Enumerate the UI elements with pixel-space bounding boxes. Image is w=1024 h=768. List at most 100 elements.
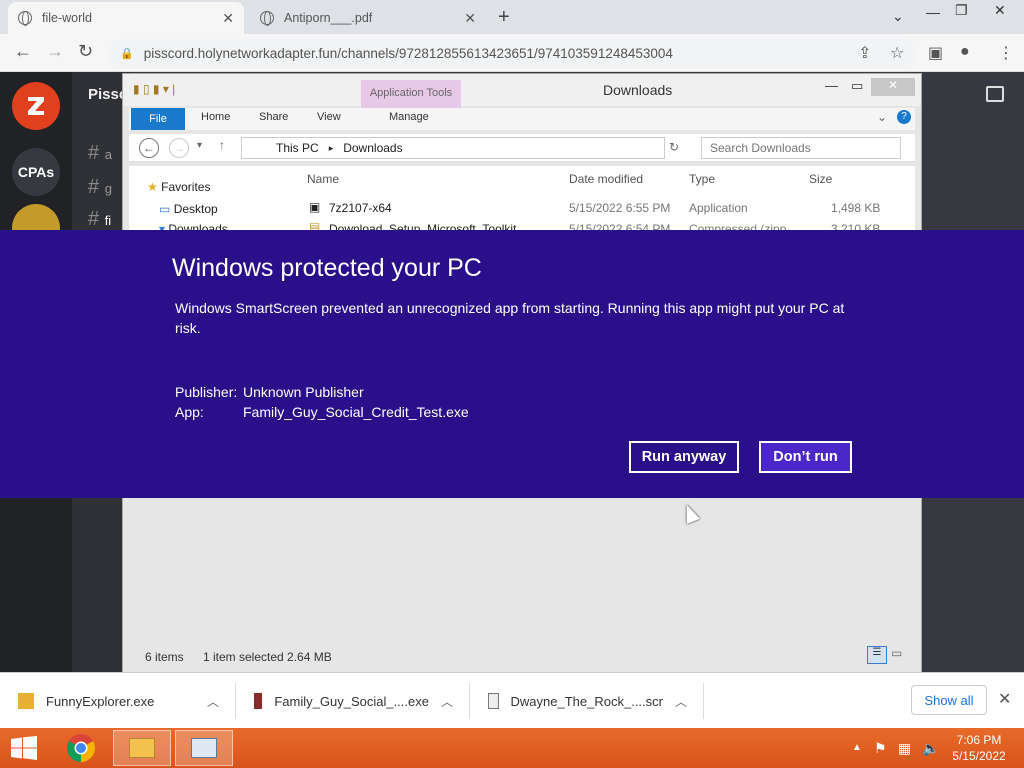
help-icon[interactable]: ? bbox=[897, 110, 911, 124]
selection-info: 1 item selected 2.64 MB bbox=[203, 650, 332, 664]
breadcrumb-this-pc[interactable]: This PC bbox=[276, 141, 319, 155]
windows-taskbar: ▲ ⚑ ▦ 🔈 7:06 PM 5/15/2022 bbox=[0, 728, 1024, 768]
back-button[interactable]: ← bbox=[139, 138, 159, 158]
minimize-button[interactable]: — bbox=[926, 4, 940, 20]
taskbar-chrome[interactable] bbox=[52, 730, 110, 766]
profile-avatar-icon[interactable]: ● bbox=[960, 43, 970, 61]
column-header-size[interactable]: Size bbox=[809, 172, 832, 186]
tab-close-icon[interactable]: ✕ bbox=[222, 10, 234, 27]
download-item[interactable]: Family_Guy_Social_....exe ︿ bbox=[236, 683, 470, 719]
forward-button[interactable]: → bbox=[169, 138, 189, 158]
browser-tab-strip: file-world ✕ Antiporn___.pdf ✕ + ⌄ — ❐ ✕ bbox=[0, 0, 1024, 34]
screensaver-file-icon bbox=[488, 693, 499, 709]
download-item[interactable]: Dwayne_The_Rock_....scr ︿ bbox=[470, 683, 704, 719]
desktop-icon: ▭ bbox=[159, 202, 171, 216]
side-panel-icon[interactable]: ▣ bbox=[928, 43, 943, 63]
forward-button[interactable]: → bbox=[46, 41, 64, 62]
breadcrumb-downloads[interactable]: Downloads bbox=[343, 141, 402, 155]
address-bar[interactable]: 🔒 pisscord.holynetworkadapter.fun/channe… bbox=[108, 39, 916, 67]
maximize-button[interactable]: ▭ bbox=[851, 78, 863, 94]
guild-icon-cpas[interactable]: CPAs bbox=[12, 148, 60, 196]
channel-item[interactable]: # fi bbox=[88, 208, 111, 231]
folder-file-icon bbox=[18, 693, 34, 709]
ribbon-tab-manage[interactable]: Manage bbox=[389, 111, 429, 123]
ribbon-tab-home[interactable]: Home bbox=[201, 111, 230, 123]
taskbar-file-explorer[interactable] bbox=[113, 730, 171, 766]
system-clock[interactable]: 7:06 PM 5/15/2022 bbox=[944, 732, 1014, 764]
bookmark-star-icon[interactable]: ☆ bbox=[890, 43, 904, 63]
tab-search-icon[interactable]: ⌄ bbox=[892, 8, 904, 25]
explorer-address-row: ← → ▾ ↑ This PC ▸ Downloads ↻ Search Dow… bbox=[129, 134, 915, 162]
channel-item[interactable]: # g bbox=[88, 176, 112, 199]
app-label: App: bbox=[175, 404, 204, 420]
smartscreen-dialog: Windows protected your PC Windows SmartS… bbox=[0, 230, 1024, 498]
ribbon-tab-file[interactable]: File bbox=[131, 108, 185, 130]
tab-close-icon[interactable]: ✕ bbox=[464, 10, 476, 27]
nav-desktop[interactable]: ▭ Desktop bbox=[159, 202, 218, 216]
tab-antiporn-pdf[interactable]: Antiporn___.pdf ✕ bbox=[250, 2, 486, 34]
download-filename: FunnyExplorer.exe bbox=[46, 693, 155, 709]
nav-favorites[interactable]: ★ Favorites bbox=[147, 180, 210, 194]
explorer-titlebar: ▮ ▯ ▮ ▾ | Application Tools Downloads — … bbox=[123, 74, 921, 108]
quick-access-toolbar: ▮ ▯ ▮ ▾ | bbox=[133, 82, 176, 96]
close-button[interactable]: ✕ bbox=[994, 2, 1006, 19]
taskbar-task-manager[interactable] bbox=[175, 730, 233, 766]
filezilla-logo-icon bbox=[28, 97, 44, 115]
column-header-name[interactable]: Name bbox=[307, 172, 339, 186]
recent-dropdown-icon[interactable]: ▾ bbox=[197, 140, 202, 151]
monitor-chart-icon bbox=[191, 738, 217, 758]
ribbon-tab-share[interactable]: Share bbox=[259, 111, 288, 123]
lock-icon: 🔒 bbox=[120, 47, 134, 60]
ribbon-expand-icon[interactable]: ⌄ bbox=[877, 110, 887, 124]
network-icon[interactable]: ▦ bbox=[898, 740, 911, 757]
file-name: 7z2107-x64 bbox=[329, 201, 392, 215]
dont-run-button[interactable]: Don’t run bbox=[759, 441, 852, 473]
chevron-up-icon[interactable]: ︿ bbox=[441, 693, 453, 710]
close-shelf-icon[interactable]: ✕ bbox=[998, 689, 1011, 709]
show-all-button[interactable]: Show all bbox=[911, 685, 987, 715]
reload-button[interactable]: ↻ bbox=[78, 41, 93, 62]
show-hidden-icons[interactable]: ▲ bbox=[852, 742, 862, 753]
minimize-button[interactable]: — bbox=[825, 78, 838, 93]
restore-button[interactable]: ❐ bbox=[955, 2, 968, 19]
clock-date: 5/15/2022 bbox=[952, 749, 1006, 763]
publisher-label: Publisher: bbox=[175, 384, 238, 400]
details-view-icon[interactable]: ☰ bbox=[867, 646, 887, 664]
application-tools-tab: Application Tools bbox=[361, 80, 461, 108]
menu-kebab-icon[interactable]: ⋮ bbox=[998, 43, 1014, 63]
new-tab-button[interactable]: + bbox=[498, 6, 510, 29]
chrome-icon bbox=[67, 734, 95, 762]
globe-icon bbox=[18, 11, 32, 26]
column-header-type[interactable]: Type bbox=[689, 172, 715, 186]
tab-file-world[interactable]: file-world ✕ bbox=[8, 2, 244, 34]
search-input[interactable]: Search Downloads bbox=[701, 137, 901, 159]
url-text: pisscord.holynetworkadapter.fun/channels… bbox=[143, 45, 673, 61]
download-filename: Dwayne_The_Rock_....scr bbox=[510, 693, 663, 709]
run-anyway-button[interactable]: Run anyway bbox=[629, 441, 739, 473]
tab-label: file-world bbox=[42, 11, 93, 25]
explorer-title: Downloads bbox=[603, 82, 673, 98]
up-button[interactable]: ↑ bbox=[219, 138, 225, 152]
chevron-up-icon[interactable]: ︿ bbox=[675, 693, 687, 710]
share-icon[interactable]: ⇪ bbox=[858, 43, 871, 63]
explorer-status-bar: 6 items 1 item selected 2.64 MB ☰ ▭ bbox=[129, 644, 915, 668]
back-button[interactable]: ← bbox=[14, 41, 32, 62]
chevron-up-icon[interactable]: ︿ bbox=[207, 693, 219, 710]
browser-toolbar: ← → ↻ 🔒 pisscord.holynetworkadapter.fun/… bbox=[0, 34, 1024, 72]
guild-icon-filezilla[interactable] bbox=[12, 82, 60, 130]
channel-item[interactable]: # a bbox=[88, 142, 112, 165]
action-center-flag-icon[interactable]: ⚑ bbox=[874, 740, 887, 757]
publisher-value: Unknown Publisher bbox=[243, 384, 364, 400]
close-button[interactable]: ✕ bbox=[871, 78, 915, 96]
download-item[interactable]: FunnyExplorer.exe ︿ bbox=[0, 683, 236, 719]
windows-start-icon[interactable] bbox=[10, 736, 38, 760]
column-header-date[interactable]: Date modified bbox=[569, 172, 643, 186]
refresh-button[interactable]: ↻ bbox=[669, 140, 679, 154]
volume-icon[interactable]: 🔈 bbox=[922, 740, 939, 757]
ribbon-tab-view[interactable]: View bbox=[317, 111, 341, 123]
inbox-icon[interactable] bbox=[986, 86, 1004, 102]
tiles-view-icon[interactable]: ▭ bbox=[891, 646, 902, 660]
publisher-row: Publisher: Unknown Publisher bbox=[175, 384, 364, 400]
dialog-title: Windows protected your PC bbox=[172, 254, 482, 282]
breadcrumb[interactable]: This PC ▸ Downloads bbox=[241, 137, 665, 159]
